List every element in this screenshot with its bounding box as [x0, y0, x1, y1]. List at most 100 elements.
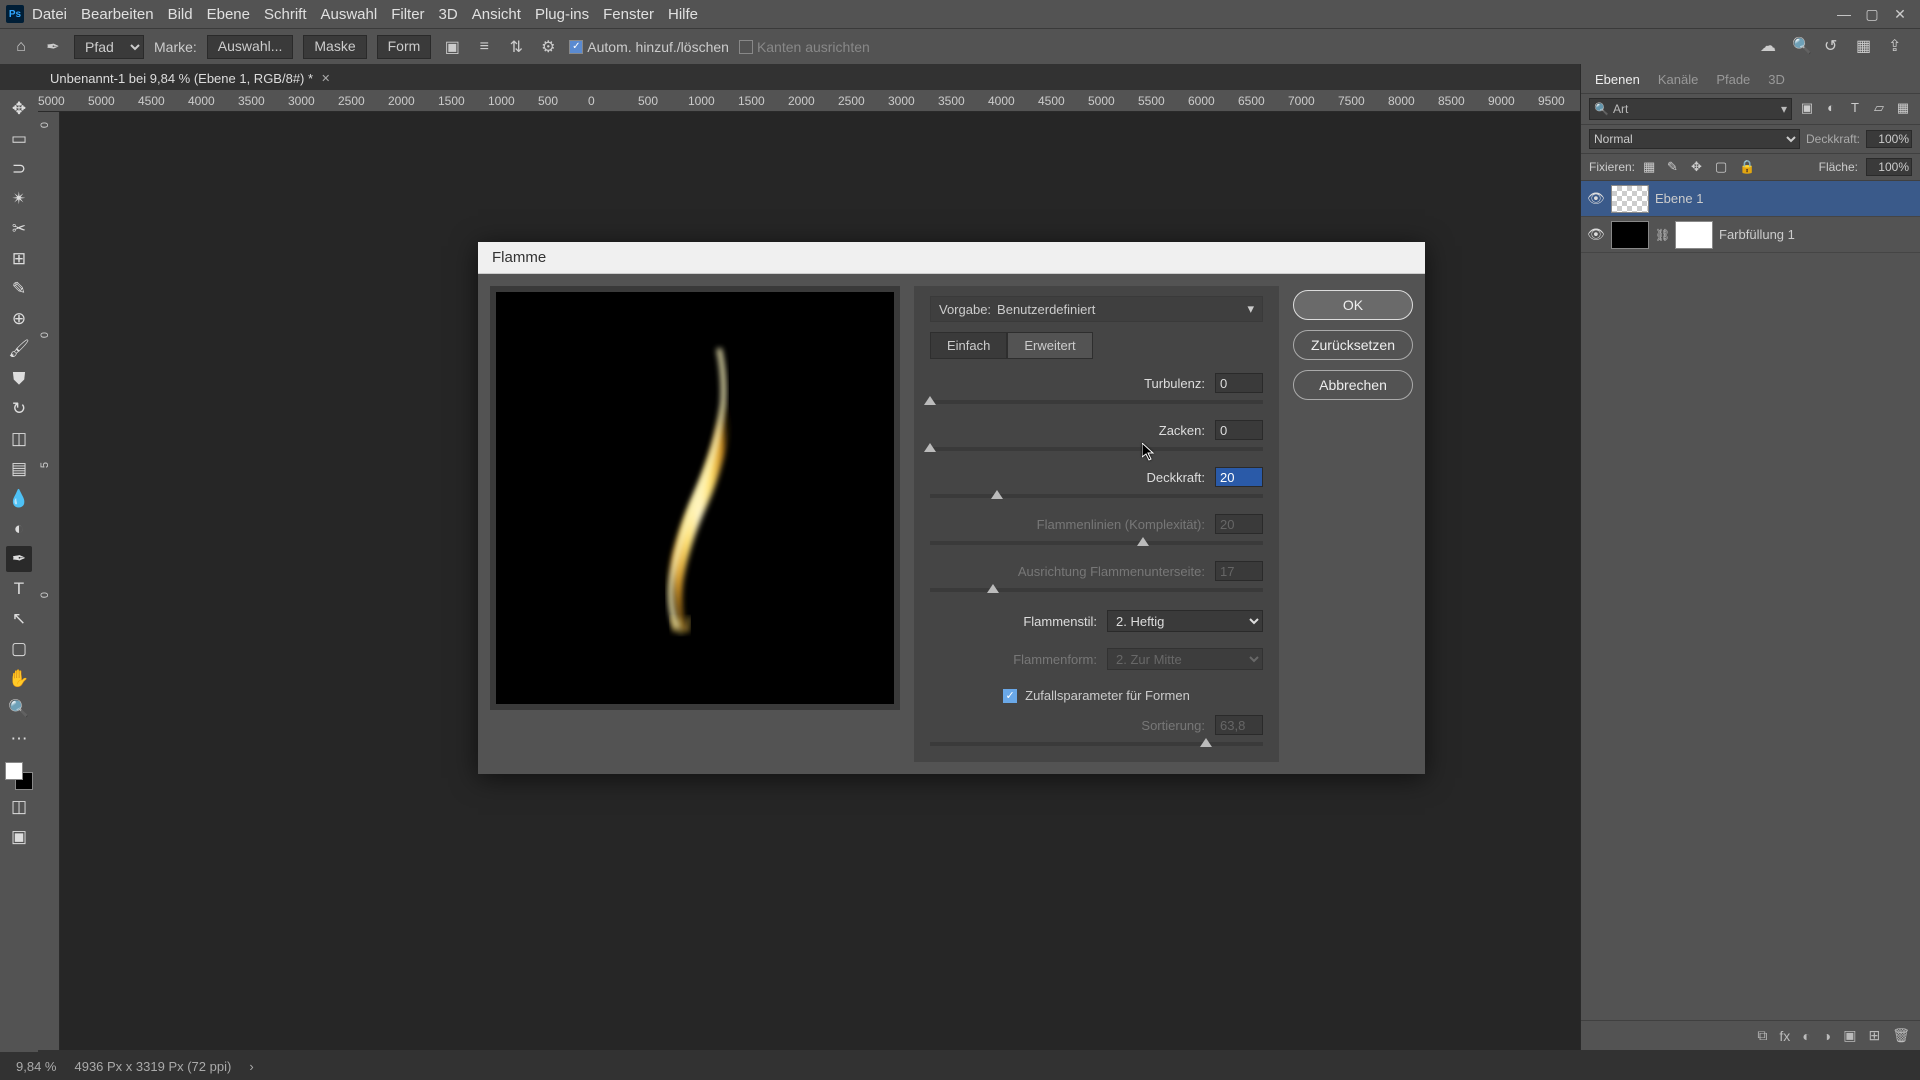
tab-simple[interactable]: Einfach — [930, 332, 1007, 359]
fx-icon[interactable]: fx — [1779, 1028, 1790, 1044]
minimize-icon[interactable]: — — [1830, 6, 1858, 22]
selection-button[interactable]: Auswahl... — [207, 35, 294, 59]
visibility-icon[interactable]: 👁 — [1587, 190, 1605, 207]
menu-item-hilfe[interactable]: Hilfe — [668, 6, 698, 23]
zoom-level[interactable]: 9,84 % — [16, 1059, 56, 1074]
lock-artboard-icon[interactable]: ▢ — [1715, 159, 1731, 175]
turbulence-slider[interactable] — [930, 400, 1263, 404]
panel-tab-pfade[interactable]: Pfade — [1712, 70, 1754, 89]
brush-tool-icon[interactable]: 🖌 — [6, 336, 32, 362]
blend-mode-select[interactable]: Normal — [1589, 129, 1800, 149]
lasso-tool-icon[interactable]: ⊃ — [6, 156, 32, 182]
checkbox-icon[interactable] — [739, 40, 753, 54]
heal-tool-icon[interactable]: ⊕ — [6, 306, 32, 332]
trash-icon[interactable]: 🗑 — [1892, 1027, 1910, 1044]
menu-item-plug-ins[interactable]: Plug-ins — [535, 6, 589, 23]
jag-slider[interactable] — [930, 447, 1263, 451]
flame-style-select[interactable]: 2. Heftig — [1107, 610, 1263, 632]
quickmask-icon[interactable]: ◫ — [6, 794, 32, 820]
checkbox-icon[interactable]: ✓ — [569, 40, 583, 54]
gear-icon[interactable]: ⚙ — [537, 36, 559, 58]
mask-button[interactable]: Maske — [303, 35, 366, 59]
home-icon[interactable]: ⌂ — [10, 36, 32, 58]
stamp-tool-icon[interactable]: ⛊ — [6, 366, 32, 392]
ok-button[interactable]: OK — [1293, 290, 1413, 320]
arrange-icon[interactable]: ⇅ — [505, 36, 527, 58]
mode-select[interactable]: Pfad — [74, 35, 144, 59]
menu-item-ansicht[interactable]: Ansicht — [472, 6, 521, 23]
panel-tab-3d[interactable]: 3D — [1764, 70, 1789, 89]
marquee-tool-icon[interactable]: ▭ — [6, 126, 32, 152]
maximize-icon[interactable]: ▢ — [1858, 6, 1886, 23]
share-icon[interactable]: ⇪ — [1888, 36, 1910, 58]
combine-icon[interactable]: ▣ — [441, 36, 463, 58]
opacity-input[interactable] — [1215, 467, 1263, 487]
history-icon[interactable]: ↺ — [1824, 36, 1846, 58]
dialog-title-bar[interactable]: Flamme — [478, 242, 1425, 274]
shape-button[interactable]: Form — [377, 35, 432, 59]
type-tool-icon[interactable]: T — [6, 576, 32, 602]
mask-icon[interactable]: ◐ — [1802, 1028, 1810, 1044]
group-icon[interactable]: ▣ — [1843, 1027, 1856, 1044]
menu-item-datei[interactable]: Datei — [32, 6, 67, 23]
menu-item-schrift[interactable]: Schrift — [264, 6, 307, 23]
new-layer-icon[interactable]: ⊞ — [1868, 1027, 1880, 1044]
layer-row[interactable]: 👁 ⛓ Farbfüllung 1 — [1581, 217, 1920, 253]
panel-tab-kanäle[interactable]: Kanäle — [1654, 70, 1702, 89]
eraser-tool-icon[interactable]: ◫ — [6, 426, 32, 452]
lock-all-icon[interactable]: 🔒 — [1739, 159, 1755, 175]
menu-item-bild[interactable]: Bild — [168, 6, 193, 23]
tab-close-icon[interactable]: ✕ — [321, 72, 330, 85]
screenmode-icon[interactable]: ▣ — [6, 824, 32, 850]
link-icon[interactable]: ⛓ — [1655, 228, 1669, 242]
cancel-button[interactable]: Abbrechen — [1293, 370, 1413, 400]
history-brush-icon[interactable]: ↻ — [6, 396, 32, 422]
crop-tool-icon[interactable]: ✂ — [6, 216, 32, 242]
tab-advanced[interactable]: Erweitert — [1007, 332, 1092, 359]
lock-pos-icon[interactable]: ✥ — [1691, 159, 1707, 175]
pen-tool-icon[interactable]: ✒ — [42, 36, 64, 58]
menu-item-fenster[interactable]: Fenster — [603, 6, 654, 23]
filter-type-icon[interactable]: T — [1846, 100, 1864, 118]
filter-shape-icon[interactable]: ▱ — [1870, 100, 1888, 118]
color-swatch[interactable] — [5, 762, 33, 790]
eyedropper-tool-icon[interactable]: ✎ — [6, 276, 32, 302]
lock-paint-icon[interactable]: ✎ — [1667, 159, 1683, 175]
wand-tool-icon[interactable]: ✴ — [6, 186, 32, 212]
align-icon[interactable]: ≡ — [473, 36, 495, 58]
filter-smart-icon[interactable]: ▦ — [1894, 100, 1912, 118]
reset-button[interactable]: Zurücksetzen — [1293, 330, 1413, 360]
fill-input[interactable] — [1866, 158, 1912, 176]
preset-dropdown[interactable]: Vorgabe: Benutzerdefiniert ▾ — [930, 296, 1263, 322]
visibility-icon[interactable]: 👁 — [1587, 226, 1605, 243]
filter-img-icon[interactable]: ▣ — [1798, 100, 1816, 118]
filter-adj-icon[interactable]: ◐ — [1822, 100, 1840, 118]
turbulence-input[interactable] — [1215, 373, 1263, 393]
search-icon[interactable]: 🔍 — [1792, 36, 1814, 58]
adjustment-icon[interactable]: ◑ — [1823, 1028, 1831, 1044]
dodge-tool-icon[interactable]: ◐ — [6, 516, 32, 542]
opacity-slider[interactable] — [930, 494, 1263, 498]
shape-tool-icon[interactable]: ▢ — [6, 636, 32, 662]
layer-row[interactable]: 👁Ebene 1 — [1581, 181, 1920, 217]
layer-name[interactable]: Farbfüllung 1 — [1719, 227, 1795, 242]
menu-item-3d[interactable]: 3D — [439, 6, 458, 23]
more-tools-icon[interactable]: ⋯ — [6, 726, 32, 752]
panel-tab-ebenen[interactable]: Ebenen — [1591, 70, 1644, 89]
chevron-right-icon[interactable]: › — [249, 1059, 253, 1074]
zoom-tool-icon[interactable]: 🔍 — [6, 696, 32, 722]
document-tab[interactable]: Unbenannt-1 bei 9,84 % (Ebene 1, RGB/8#)… — [38, 67, 342, 90]
workspace-icon[interactable]: ▦ — [1856, 36, 1878, 58]
path-select-icon[interactable]: ↖ — [6, 606, 32, 632]
layer-thumb[interactable] — [1611, 185, 1649, 213]
menu-item-bearbeiten[interactable]: Bearbeiten — [81, 6, 154, 23]
lock-pixels-icon[interactable]: ▦ — [1643, 159, 1659, 175]
hand-tool-icon[interactable]: ✋ — [6, 666, 32, 692]
layer-search[interactable]: 🔍Art▾ — [1589, 98, 1792, 120]
random-shapes-checkbox[interactable]: ✓ — [1003, 689, 1017, 703]
frame-tool-icon[interactable]: ⊞ — [6, 246, 32, 272]
menu-item-filter[interactable]: Filter — [391, 6, 424, 23]
layer-mask-thumb[interactable] — [1675, 221, 1713, 249]
menu-item-auswahl[interactable]: Auswahl — [321, 6, 378, 23]
opacity-input[interactable] — [1866, 130, 1912, 148]
